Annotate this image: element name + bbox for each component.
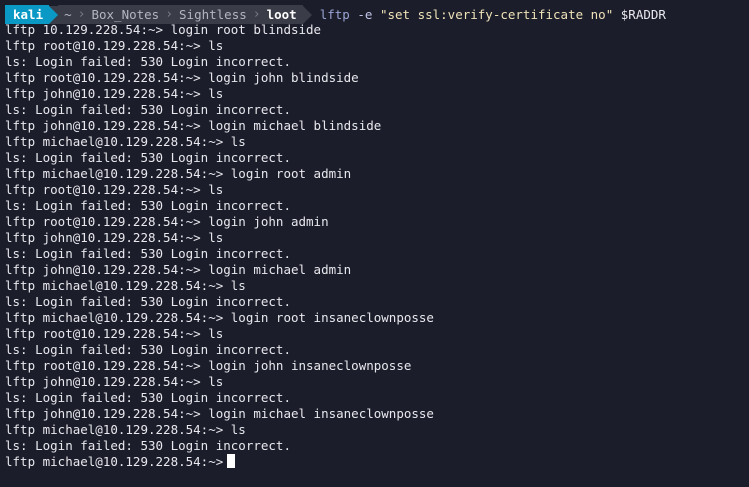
- command-name: lftp: [319, 7, 350, 22]
- output-line: ls: Login failed: 530 Login incorrect.: [5, 390, 291, 405]
- output-line: lftp michael@10.129.228.54:~> ls: [5, 278, 246, 293]
- output-line: lftp michael@10.129.228.54:~> ls: [5, 422, 246, 437]
- output-line: lftp michael@10.129.228.54:~> ls: [5, 134, 246, 149]
- output-line: lftp root@10.129.228.54:~> ls: [5, 326, 224, 341]
- output-line: lftp michael@10.129.228.54:~> login root…: [5, 310, 434, 325]
- prompt-end-arrow: [302, 5, 312, 24]
- output-line: lftp john@10.129.228.54:~> login michael…: [5, 262, 352, 277]
- output-line: lftp john@10.129.228.54:~> ls: [5, 86, 224, 101]
- output-line: ls: Login failed: 530 Login incorrect.: [5, 342, 291, 357]
- text-cursor[interactable]: [227, 454, 236, 468]
- output-line: ls: Login failed: 530 Login incorrect.: [5, 294, 291, 309]
- output-line: lftp root@10.129.228.54:~> login john ad…: [5, 214, 329, 229]
- output-line: lftp michael@10.129.228.54:~> login root…: [5, 166, 352, 181]
- output-line: lftp john@10.129.228.54:~> login michael…: [5, 118, 382, 133]
- output-line: lftp 10.129.228.54:~> login root blindsi…: [5, 22, 322, 37]
- output-line: lftp root@10.129.228.54:~> ls: [5, 182, 224, 197]
- output-line: lftp john@10.129.228.54:~> ls: [5, 230, 224, 245]
- output-line: ls: Login failed: 530 Login incorrect.: [5, 198, 291, 213]
- output-line: lftp john@10.129.228.54:~> login michael…: [5, 406, 434, 421]
- output-line: lftp root@10.129.228.54:~> login john bl…: [5, 70, 359, 85]
- output-line: ls: Login failed: 530 Login incorrect.: [5, 54, 291, 69]
- output-line: lftp root@10.129.228.54:~> ls: [5, 38, 224, 53]
- command-argument: "set ssl:verify-certificate no": [379, 7, 614, 22]
- output-line: ls: Login failed: 530 Login incorrect.: [5, 150, 291, 165]
- current-prompt: lftp michael@10.129.228.54:~>: [5, 454, 224, 469]
- prompt-separator-arrow: [49, 5, 59, 24]
- command-flag: -e: [357, 7, 373, 22]
- command-variable: $RADDR: [620, 7, 666, 22]
- current-input-line[interactable]: lftp michael@10.129.228.54:~>: [5, 454, 749, 470]
- terminal-output: lftp 10.129.228.54:~> login root blindsi…: [5, 22, 749, 470]
- terminal-window[interactable]: kali ~ › Box_Notes › Sightless › loot lf…: [0, 0, 749, 487]
- output-line: ls: Login failed: 530 Login incorrect.: [5, 438, 291, 453]
- output-line: lftp john@10.129.228.54:~> ls: [5, 374, 224, 389]
- output-line: ls: Login failed: 530 Login incorrect.: [5, 246, 291, 261]
- output-line: lftp root@10.129.228.54:~> login john in…: [5, 358, 412, 373]
- output-line: ls: Login failed: 530 Login incorrect.: [5, 102, 291, 117]
